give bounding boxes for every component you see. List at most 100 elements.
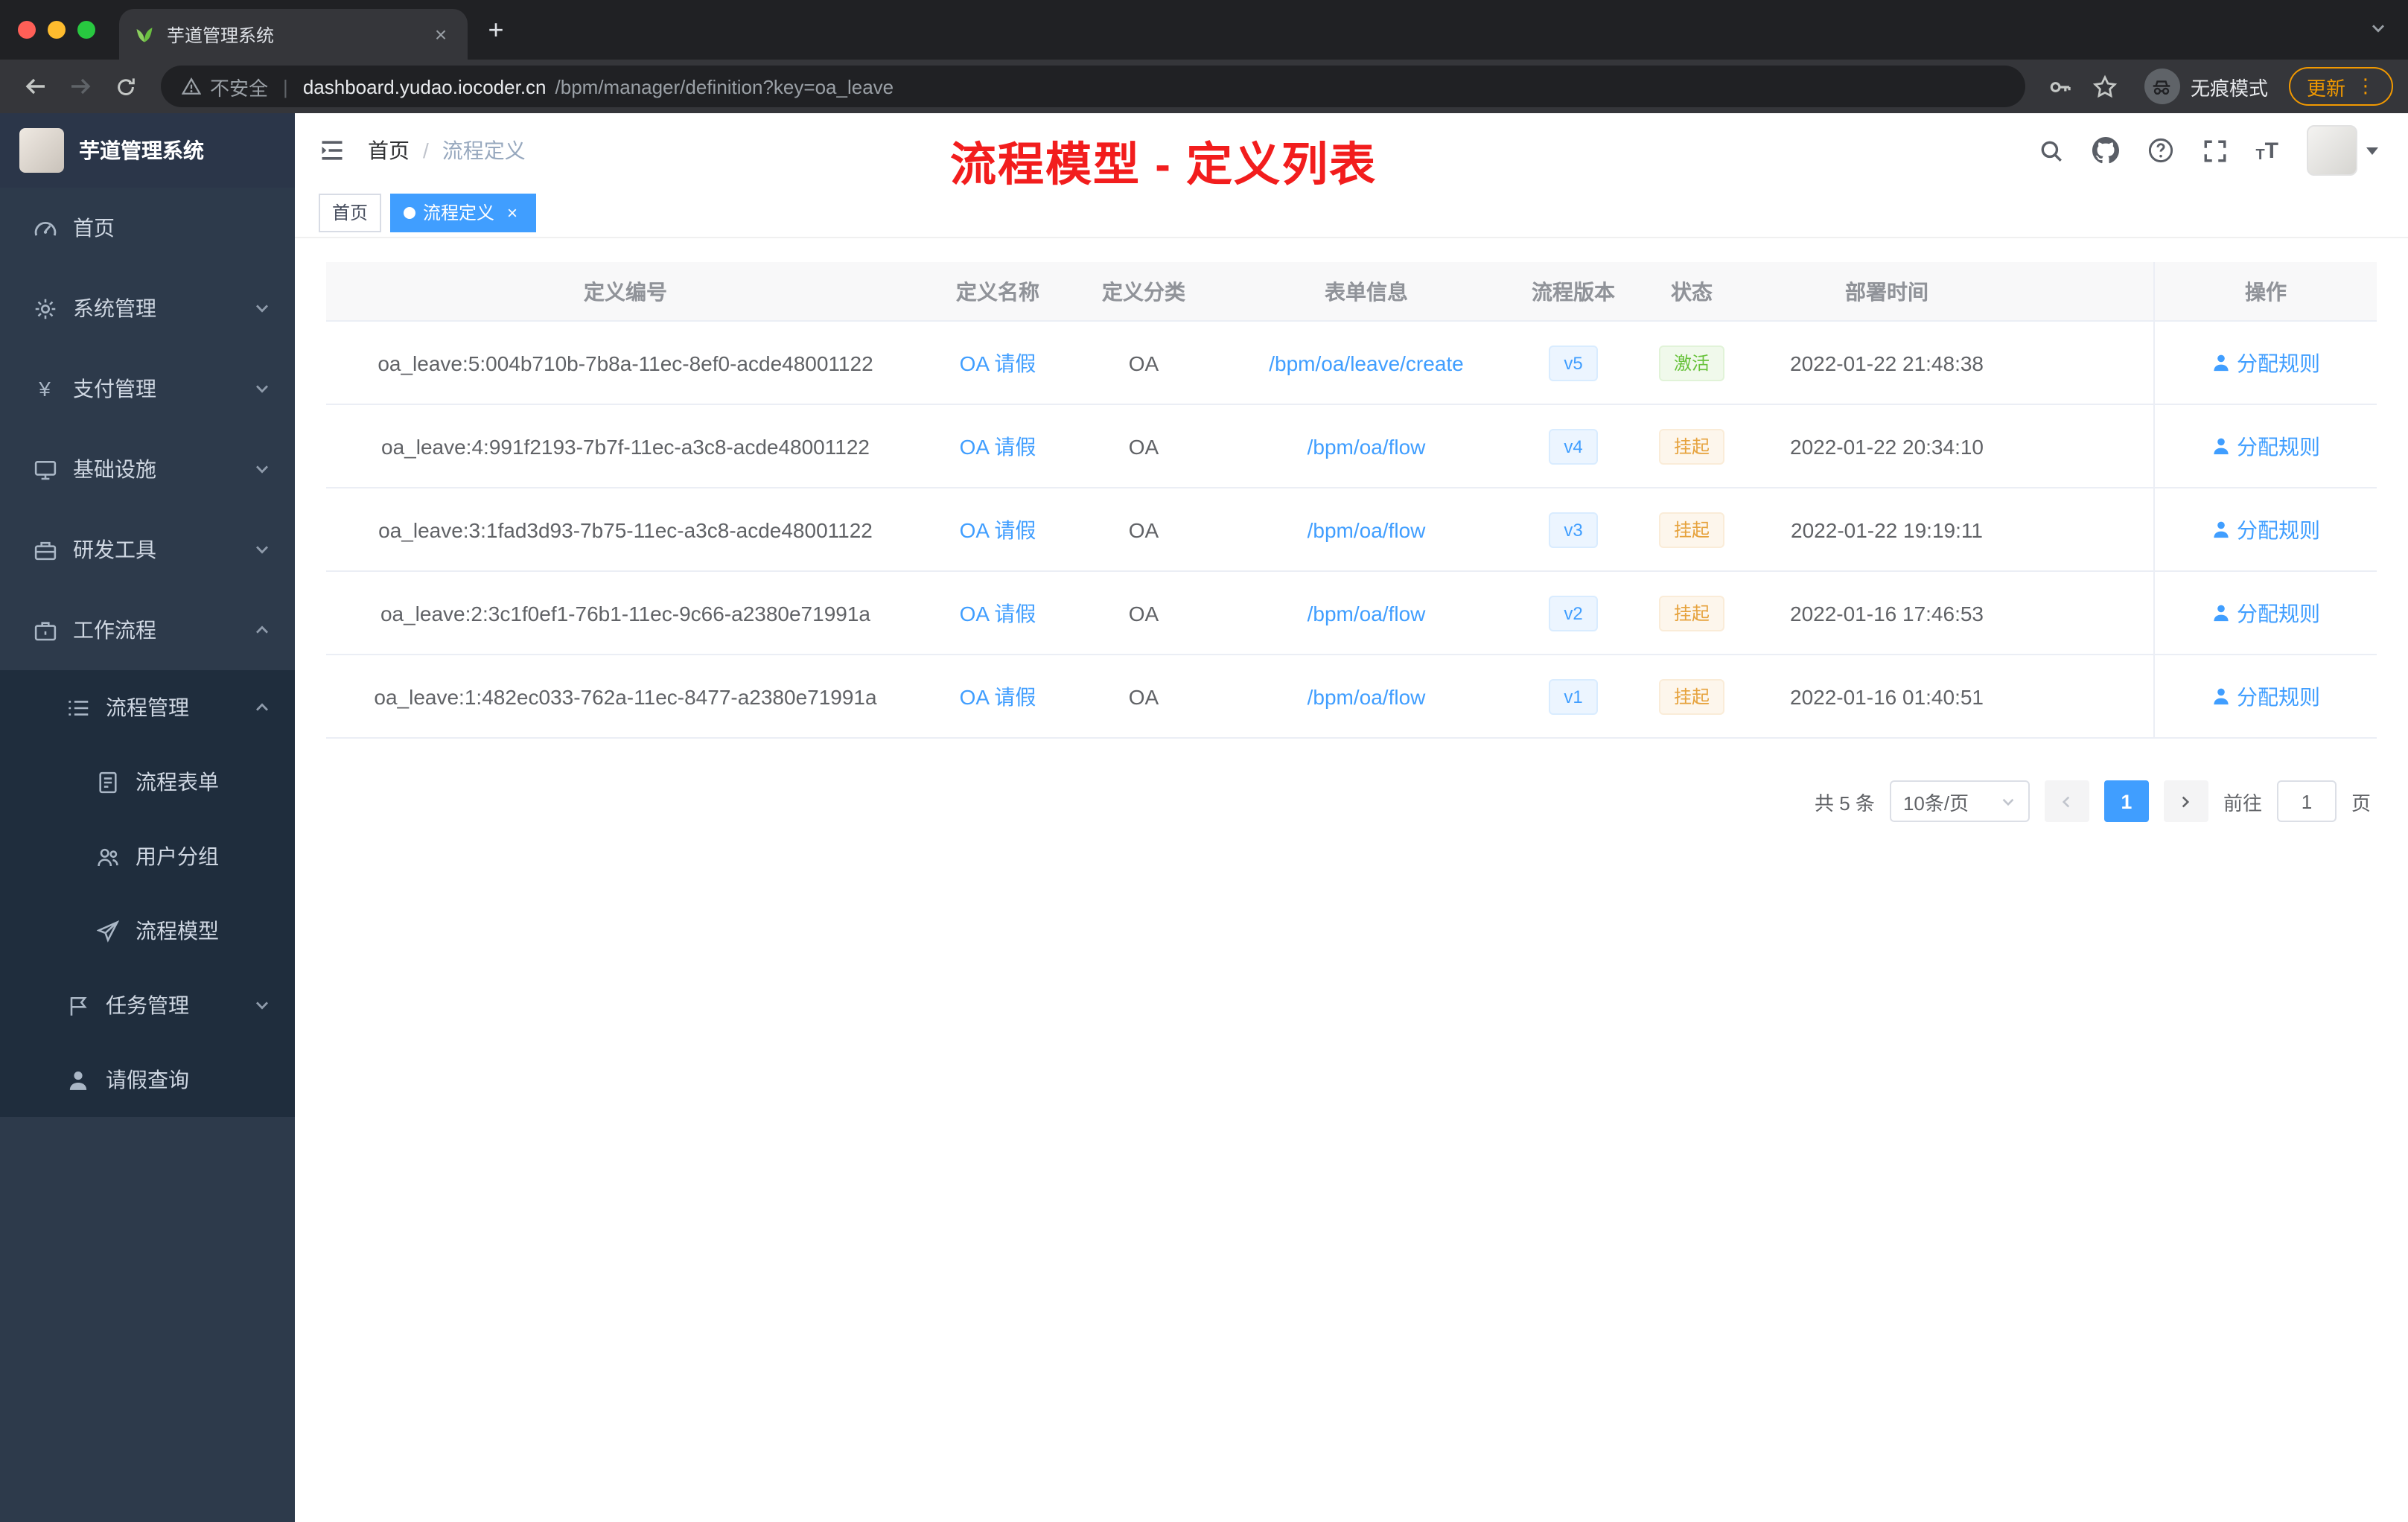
chevron-up-icon [253,698,271,716]
definition-name-link[interactable]: OA 请假 [960,515,1036,544]
version-tag: v1 [1549,678,1598,714]
breadcrumb-separator: / [423,138,429,162]
definition-category: OA [1128,351,1159,375]
next-page-button[interactable] [2163,780,2208,822]
chevron-down-icon [2000,793,2016,809]
sidebar-item-home[interactable]: 首页 [0,188,295,268]
form-link[interactable]: /bpm/oa/flow [1307,434,1426,458]
tags-view: 首页 流程定义 × [295,188,2408,238]
browser-tab[interactable]: 芋道管理系统 × [119,9,468,60]
update-label: 更新 [2306,77,2345,99]
col-header-version: 流程版本 [1532,279,1615,303]
window-controls [0,21,119,39]
assign-rule-link[interactable]: 分配规则 [2211,598,2320,628]
pagination-total: 共 5 条 [1815,792,1875,814]
chrome-update-button[interactable]: 更新 ⋮ [2288,67,2393,106]
definition-category: OA [1128,518,1159,541]
github-icon[interactable] [2092,137,2119,164]
chevron-down-icon [253,996,271,1014]
zoom-window-button[interactable] [77,21,95,39]
version-tag: v4 [1549,428,1598,464]
address-bar[interactable]: 不安全 | dashboard.yudao.iocoder.cn/bpm/man… [161,66,2025,107]
caret-down-icon [2366,147,2378,154]
tag-process-definition[interactable]: 流程定义 × [390,193,537,232]
list-icon [66,696,89,719]
sidebar-item-system[interactable]: 系统管理 [0,268,295,348]
new-tab-button[interactable]: + [474,7,518,52]
help-icon[interactable] [2147,137,2173,164]
sidebar-item-process-model[interactable]: 流程模型 [0,894,295,968]
back-icon[interactable] [15,66,57,107]
topbar: 首页 / 流程定义 T T [295,113,2408,188]
definition-category: OA [1128,684,1159,708]
app-title: 芋道管理系统 [79,138,204,162]
password-key-icon[interactable] [2040,66,2082,107]
workflow-submenu: 流程管理 流程表单 用户分组 流程模型 任务管理 请假查询 [0,670,295,1117]
user-avatar-menu[interactable] [2307,125,2378,176]
tab-search-chevron-icon[interactable] [2369,19,2387,37]
sidebar-item-leave-query[interactable]: 请假查询 [0,1042,295,1117]
dashboard-icon [33,217,57,239]
fullscreen-icon[interactable] [2202,138,2227,163]
sidebar-item-process-mgmt[interactable]: 流程管理 [0,670,295,745]
version-tag: v5 [1549,345,1598,380]
tag-close-icon[interactable]: × [502,202,523,223]
gear-icon [33,297,57,319]
form-link[interactable]: /bpm/oa/flow [1307,518,1426,541]
assign-rule-link[interactable]: 分配规则 [2211,681,2320,711]
deploy-time: 2022-01-22 19:19:11 [1791,518,1983,541]
toolbox-icon [33,538,57,561]
sidebar-item-user-group[interactable]: 用户分组 [0,819,295,894]
version-tag: v3 [1549,512,1598,547]
definition-id: oa_leave:3:1fad3d93-7b75-11ec-a3c8-acde4… [378,518,873,541]
form-link[interactable]: /bpm/oa/leave/create [1269,351,1464,375]
tab-close-icon[interactable]: × [429,22,453,46]
breadcrumb: 首页 / 流程定义 [368,136,526,165]
sidebar-item-payment[interactable]: ¥ 支付管理 [0,348,295,429]
definition-name-link[interactable]: OA 请假 [960,431,1036,461]
font-size-icon[interactable]: TT [2255,138,2278,163]
definition-name-link[interactable]: OA 请假 [960,681,1036,711]
chevron-down-icon [253,460,271,478]
sidebar-item-devtools[interactable]: 研发工具 [0,509,295,590]
assign-rule-link[interactable]: 分配规则 [2211,515,2320,544]
bookmark-star-icon[interactable] [2085,66,2127,107]
form-link[interactable]: /bpm/oa/flow [1307,684,1426,708]
minimize-window-button[interactable] [48,21,66,39]
chevron-up-icon [253,621,271,639]
page-number-button[interactable]: 1 [2103,780,2149,822]
definition-name-link[interactable]: OA 请假 [960,348,1036,378]
security-label: 不安全 [210,77,269,99]
deploy-time: 2022-01-22 20:34:10 [1790,434,1984,458]
prev-page-button[interactable] [2044,780,2089,822]
goto-page-input[interactable] [2276,780,2337,822]
sidebar-item-process-form[interactable]: 流程表单 [0,745,295,819]
definition-name-link[interactable]: OA 请假 [960,598,1036,628]
page-size-select[interactable]: 10条/页 [1889,780,2030,822]
assign-rule-link[interactable]: 分配规则 [2211,431,2320,461]
definition-category: OA [1128,434,1159,458]
sidebar-item-infra[interactable]: 基础设施 [0,429,295,509]
logo-image [19,128,64,173]
table-header-row: 定义编号 定义名称 定义分类 表单信息 流程版本 状态 部署时间 操作 [326,262,2377,322]
form-link[interactable]: /bpm/oa/flow [1307,601,1426,625]
search-icon[interactable] [2038,138,2063,163]
hamburger-icon[interactable] [319,137,345,164]
sidebar-item-workflow[interactable]: 工作流程 [0,590,295,670]
close-window-button[interactable] [18,21,36,39]
status-tag: 挂起 [1658,428,1724,464]
col-header-form: 表单信息 [1325,279,1408,303]
tag-home[interactable]: 首页 [319,193,382,232]
deploy-time: 2022-01-16 01:40:51 [1790,684,1984,708]
sidebar-item-task-mgmt[interactable]: 任务管理 [0,968,295,1042]
assign-rule-link[interactable]: 分配规则 [2211,348,2320,378]
table-row: oa_leave:3:1fad3d93-7b75-11ec-a3c8-acde4… [326,488,2377,572]
forward-icon[interactable] [60,66,101,107]
reload-icon[interactable] [104,66,146,107]
incognito-icon [2144,69,2180,104]
table-row: oa_leave:4:991f2193-7b7f-11ec-a3c8-acde4… [326,405,2377,488]
version-tag: v2 [1549,595,1598,631]
url-separator: | [283,75,288,98]
breadcrumb-home-link[interactable]: 首页 [368,136,410,165]
browser-menu-dots-icon[interactable]: ⋮ [2356,74,2375,98]
